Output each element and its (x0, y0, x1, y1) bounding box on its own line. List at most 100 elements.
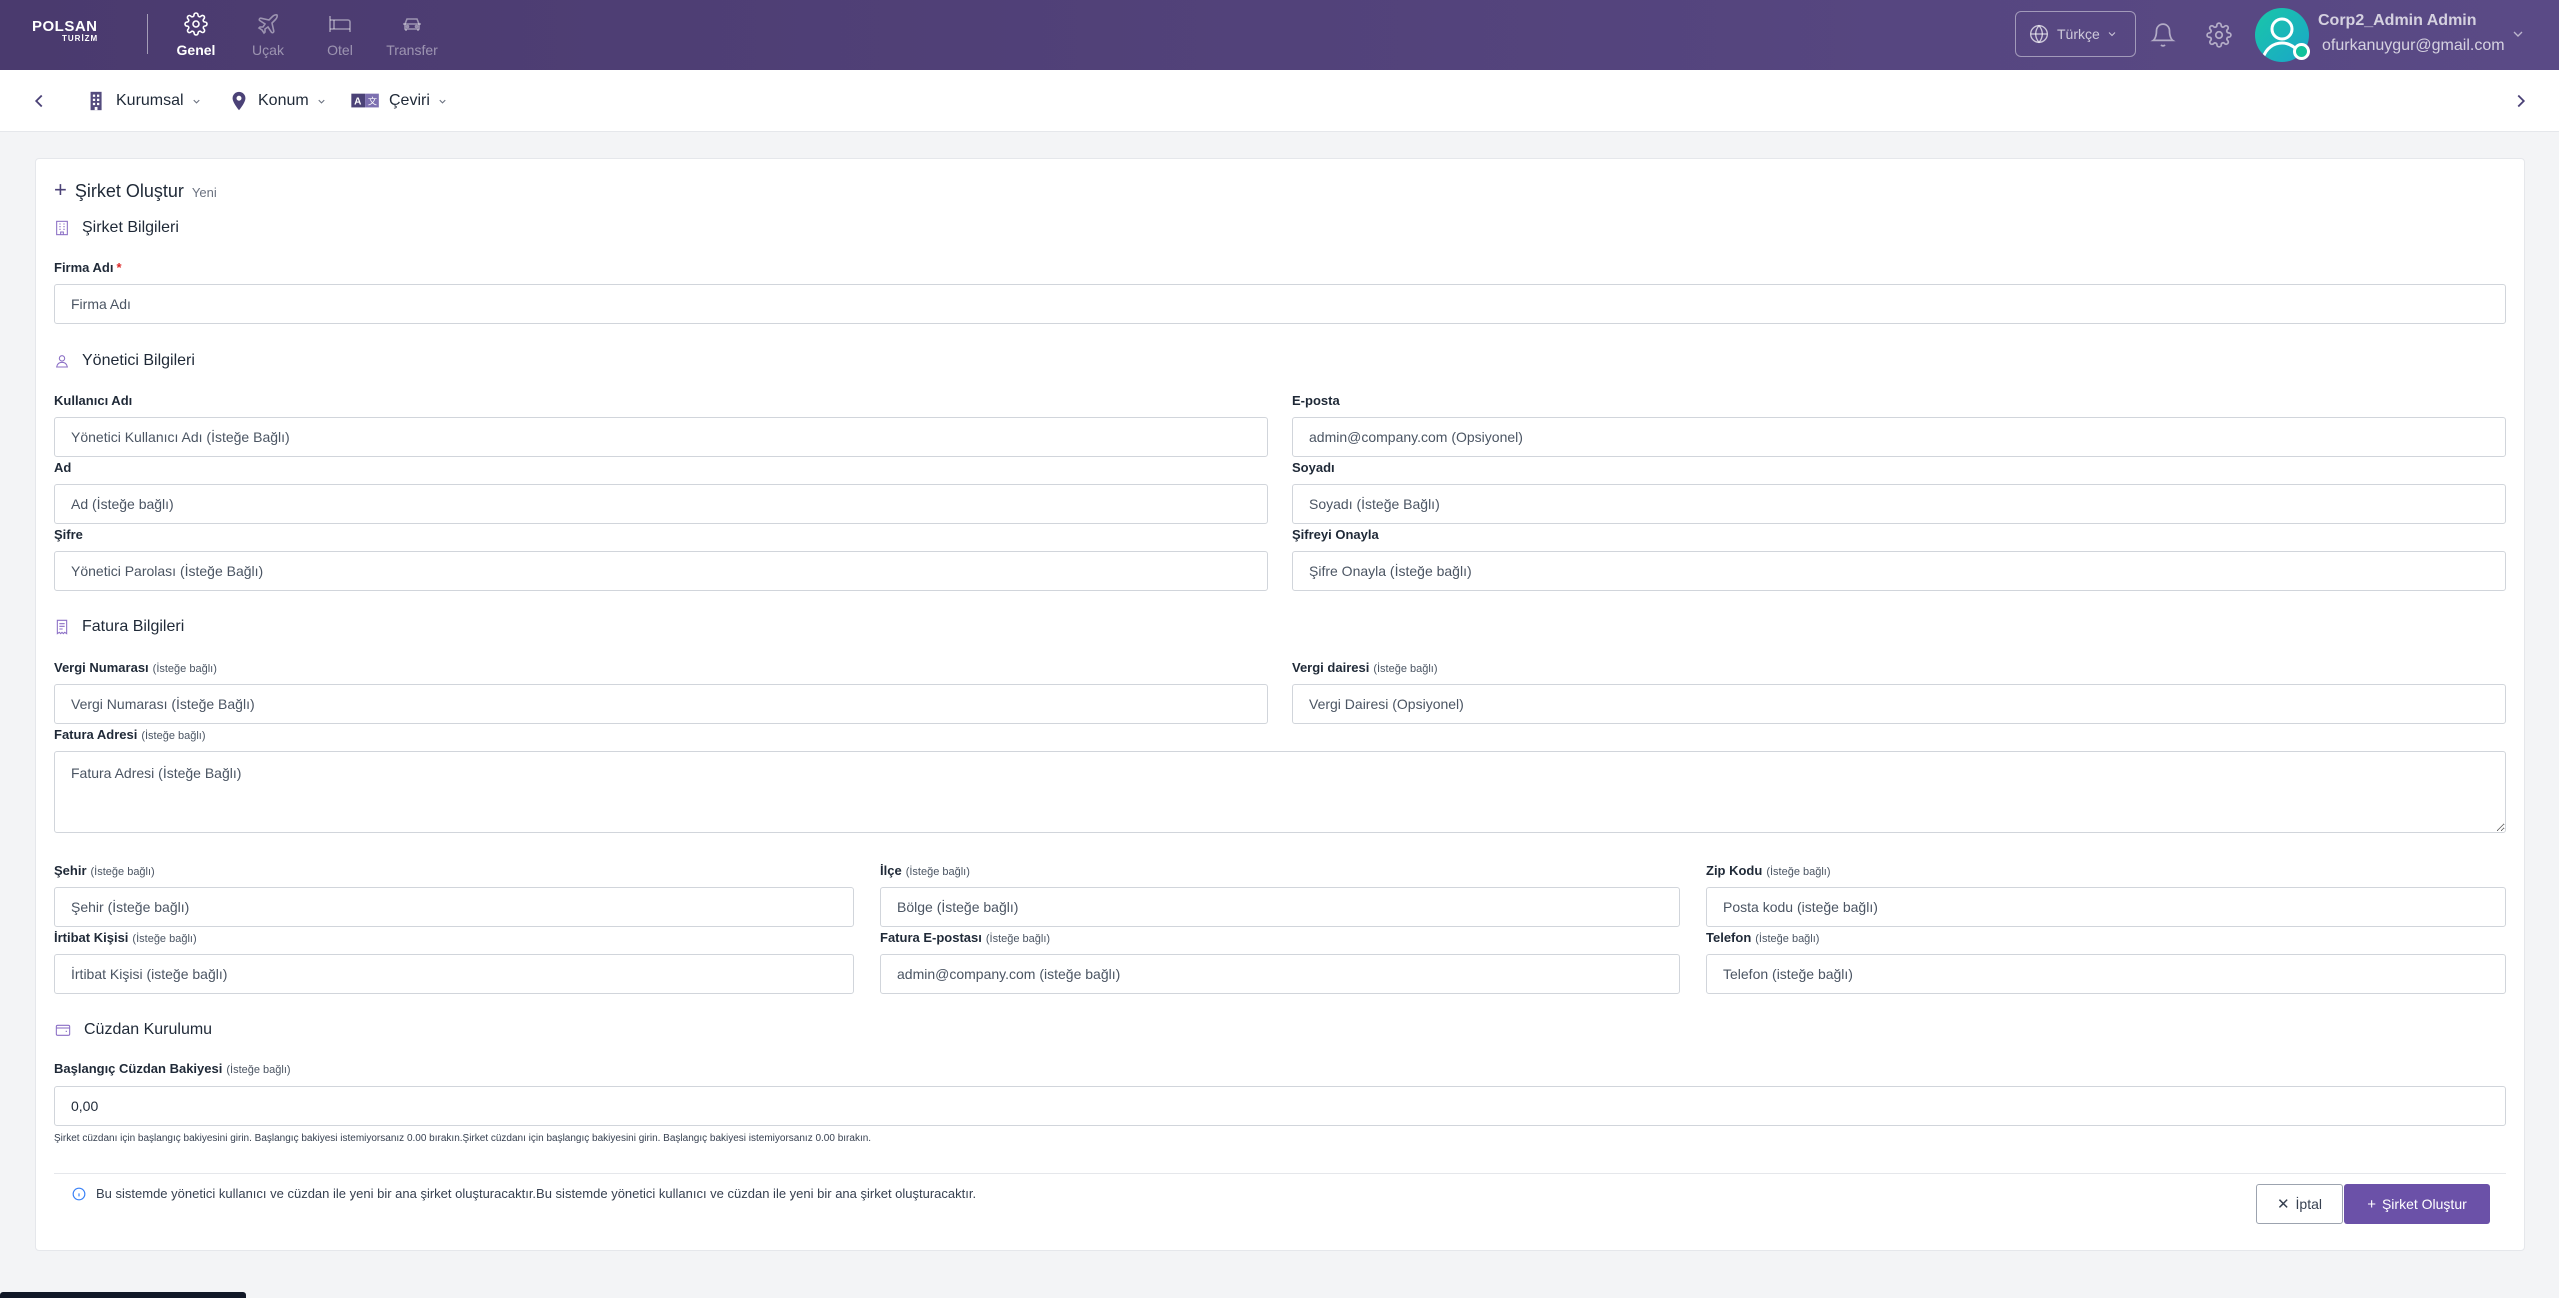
module-tab-label: Genel (176, 42, 216, 58)
svg-text:A: A (354, 97, 362, 108)
tax-office-label: Vergi dairesi (İsteğe bağlı) (1292, 660, 1438, 675)
password-confirm-input[interactable] (1292, 551, 2506, 591)
company-name-input[interactable] (54, 284, 2506, 324)
last-name-input[interactable] (1292, 484, 2506, 524)
create-company-card: + Şirket Oluştur Yeni Şirket Bilgileri F… (35, 158, 2525, 1251)
top-header: POLSAN TURİZM Genel Uçak Otel Transfer T… (0, 0, 2559, 70)
company-name-label: Firma Adı * (54, 260, 122, 275)
module-tab-ucak[interactable]: Uçak (232, 0, 304, 70)
chevron-left-icon[interactable] (28, 90, 50, 112)
plus-icon: + (2367, 1195, 2376, 1213)
password-input[interactable] (54, 551, 1268, 591)
subnav-item-kurumsal[interactable]: Kurumsal (86, 86, 202, 116)
gear-icon (184, 12, 208, 36)
phone-input[interactable] (1706, 954, 2506, 994)
car-icon (403, 18, 421, 31)
invoice-email-label: Fatura E-postası (İsteğe bağlı) (880, 930, 1051, 945)
wallet-icon (55, 1024, 71, 1036)
module-nav: Genel Uçak Otel Transfer (160, 0, 448, 70)
invoice-address-label: Fatura Adresi (İsteğe bağlı) (54, 727, 206, 742)
section-invoice-info: Fatura Bilgileri (54, 618, 184, 636)
subnav-item-label: Kurumsal (116, 92, 184, 109)
tax-number-input[interactable] (54, 684, 1268, 724)
section-title: Fatura Bilgileri (82, 618, 185, 635)
section-title: Yönetici Bilgileri (82, 352, 195, 369)
invoice-email-input[interactable] (880, 954, 1680, 994)
logo-divider (147, 14, 148, 54)
subnav-item-label: Konum (258, 92, 309, 109)
subnav-item-label: Çeviri (389, 92, 430, 109)
wallet-balance-input[interactable] (54, 1086, 2506, 1126)
footer-divider (54, 1173, 2506, 1174)
contact-input[interactable] (54, 954, 854, 994)
section-title: Cüzdan Kurulumu (84, 1021, 213, 1038)
info-icon (72, 1187, 86, 1200)
cancel-button[interactable]: ✕ İptal (2256, 1184, 2343, 1224)
section-admin-info: Yönetici Bilgileri (54, 352, 195, 370)
wallet-hint: Şirket cüzdanı için başlangıç bakiyesini… (54, 1133, 872, 1144)
username-label: Kullanıcı Adı (54, 393, 133, 408)
invoice-address-textarea[interactable] (54, 751, 2506, 833)
district-label: İlçe (İsteğe bağlı) (880, 863, 970, 878)
password-label: Şifre (54, 527, 83, 542)
user-icon (56, 355, 68, 368)
user-name[interactable]: Corp2_Admin Admin (2318, 12, 2477, 30)
brand-name: POLSAN (32, 18, 98, 35)
brand-sub: TURİZM (62, 34, 99, 43)
brand-logo[interactable]: POLSAN TURİZM (32, 18, 136, 50)
module-tab-genel[interactable]: Genel (160, 0, 232, 70)
card-title: + Şirket Oluştur Yeni (54, 177, 217, 203)
module-tab-label: Transfer (386, 42, 438, 58)
module-tab-label: Otel (327, 42, 353, 58)
plane-icon (257, 14, 278, 35)
module-tab-transfer[interactable]: Transfer (376, 0, 448, 70)
user-email[interactable]: ofurkanuygur@gmail.com (2322, 37, 2505, 55)
globe-icon (2030, 24, 2048, 44)
bed-icon (329, 16, 351, 32)
first-name-label: Ad (54, 460, 72, 475)
chevron-down-icon (192, 99, 200, 104)
subnav-item-konum[interactable]: Konum (228, 86, 327, 116)
building-outline-icon (56, 220, 68, 236)
section-company-info: Şirket Bilgileri (54, 219, 179, 237)
receipt-icon (56, 619, 68, 635)
info-message: Bu sistemde yönetici kullanıcı ve cüzdan… (72, 1186, 976, 1201)
first-name-input[interactable] (54, 484, 1268, 524)
create-company-button[interactable]: + Şirket Oluştur (2344, 1184, 2490, 1224)
svg-text:文: 文 (368, 96, 377, 108)
bottom-scroll-indicator (0, 1292, 246, 1298)
username-input[interactable] (54, 417, 1268, 457)
chevron-down-icon (439, 99, 446, 104)
tax-number-label: Vergi Numarası (İsteğe bağlı) (54, 660, 217, 675)
module-tab-otel[interactable]: Otel (304, 0, 376, 70)
bell-icon[interactable] (2150, 22, 2176, 48)
sub-nav: Kurumsal Konum A文 Çeviri (0, 70, 2559, 132)
zip-input[interactable] (1706, 887, 2506, 927)
email-input[interactable] (1292, 417, 2506, 457)
chevron-right-icon[interactable] (2510, 90, 2532, 112)
subnav-item-ceviri[interactable]: A文 Çeviri (351, 86, 448, 116)
wallet-balance-label: Başlangıç Cüzdan Bakiyesi (İsteğe bağlı) (54, 1061, 291, 1076)
language-select[interactable]: Türkçe (2015, 11, 2136, 57)
translate-icon: A文 (351, 93, 379, 108)
map-pin-icon (232, 91, 246, 111)
tax-office-input[interactable] (1292, 684, 2506, 724)
chevron-down-icon[interactable] (2510, 26, 2526, 42)
section-title: Şirket Bilgileri (82, 219, 179, 236)
info-text: Bu sistemde yönetici kullanıcı ve cüzdan… (96, 1186, 977, 1201)
section-wallet: Cüzdan Kurulumu (54, 1021, 212, 1039)
close-icon: ✕ (2276, 1196, 2290, 1213)
phone-label: Telefon (İsteğe bağlı) (1706, 930, 1820, 945)
zip-label: Zip Kodu (İsteğe bağlı) (1706, 863, 1831, 878)
building-icon (90, 91, 102, 111)
chevron-down-icon (2108, 32, 2116, 37)
city-input[interactable] (54, 887, 854, 927)
language-label: Türkçe (2057, 26, 2100, 42)
page-title: Şirket Oluştur (74, 181, 184, 201)
password-confirm-label: Şifreyi Onayla (1292, 527, 1379, 542)
settings-gear-icon[interactable] (2206, 22, 2232, 48)
district-input[interactable] (880, 887, 1680, 927)
city-label: Şehir (İsteğe bağlı) (54, 863, 155, 878)
module-tab-label: Uçak (252, 42, 284, 58)
plus-icon: + (54, 177, 67, 202)
